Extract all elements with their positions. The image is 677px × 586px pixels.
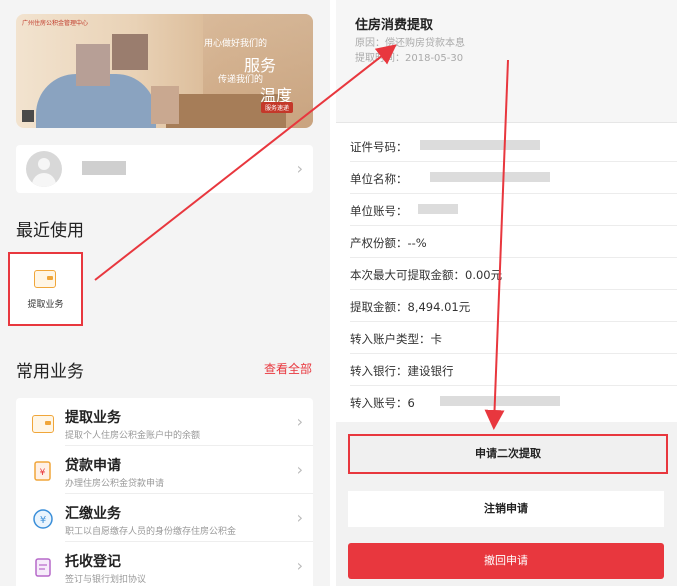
arrow-to-second-withdraw: [484, 59, 509, 430]
annotation-arrows: [94, 44, 509, 430]
arrow-to-detail: [94, 44, 397, 281]
